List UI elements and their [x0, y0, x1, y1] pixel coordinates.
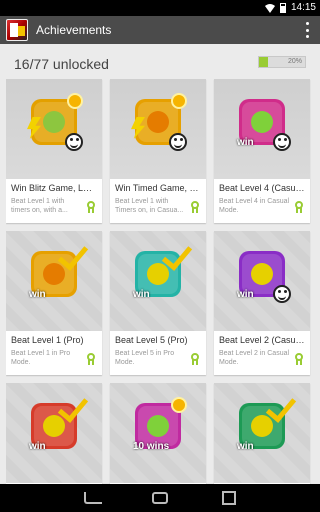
achievement-card[interactable]: win [6, 383, 102, 484]
achievement-description: Beat Level 5 in Pro Mode. [115, 350, 175, 366]
achievement-progress-bar: 20% [258, 56, 306, 68]
win-badge-icon: win [237, 251, 291, 303]
achievement-title: Win Blitz Game, Lev... [11, 183, 97, 193]
achievement-title: Win Timed Game, L... [115, 183, 201, 193]
app-logo-icon[interactable] [6, 19, 28, 41]
achievement-description: Beat Level 4 in Casual Mode. [219, 198, 290, 214]
progress-percent: 20% [287, 58, 302, 65]
achievement-art [6, 79, 102, 179]
achievement-card[interactable]: win Beat Level 5 (Pro) Beat Level 5 in P… [110, 231, 206, 375]
achievement-art: win [214, 231, 310, 331]
win-check-badge-icon: win [29, 239, 89, 300]
achievement-art: win [6, 383, 102, 483]
achievement-card[interactable]: Win Timed Game, L... Beat Level 1 with T… [110, 79, 206, 223]
ribbon-icon [294, 201, 304, 213]
lightning-badge-icon [27, 93, 83, 151]
achievement-description: Beat Level 2 in Casual Mode. [219, 350, 290, 366]
unlocked-count: 16/77 unlocked [14, 56, 109, 72]
win-check-badge-icon: win [29, 391, 89, 452]
ribbon-icon [86, 353, 96, 365]
achievement-art: win [214, 79, 310, 179]
achievement-card[interactable]: win Beat Level 2 (Casual) Beat Level 2 i… [214, 231, 310, 375]
achievement-description: Beat Level 1 in Pro Mode. [11, 350, 71, 366]
achievement-art [110, 79, 206, 179]
battery-icon [279, 2, 286, 13]
ribbon-icon [294, 353, 304, 365]
win-check-badge-icon: win [133, 239, 193, 300]
status-bar: 14:15 [0, 0, 320, 16]
clock: 14:15 [290, 2, 316, 13]
achievement-title: Beat Level 5 (Pro) [115, 335, 188, 345]
achievement-description: Beat Level 1 with Timers on, in Casua... [115, 198, 184, 214]
achievement-card[interactable]: 10 wins [110, 383, 206, 484]
achievement-card[interactable]: win [214, 383, 310, 484]
ribbon-icon [190, 201, 200, 213]
achievement-card[interactable]: win Beat Level 4 (Casual) Beat Level 4 i… [214, 79, 310, 223]
achievement-description: Beat Level 1 with timers on, with a... [11, 198, 68, 214]
ribbon-icon [190, 353, 200, 365]
ribbon-icon [86, 201, 96, 213]
home-icon[interactable] [152, 492, 168, 504]
navigation-bar [0, 484, 320, 512]
achievement-title: Beat Level 2 (Casual) [219, 335, 305, 345]
achievement-title: Beat Level 4 (Casual) [219, 183, 305, 193]
gold-clock-badge-icon [131, 93, 187, 151]
screen-title: Achievements [36, 23, 112, 37]
progress-fill [259, 57, 269, 67]
overflow-menu-icon[interactable] [306, 22, 310, 38]
recent-apps-icon[interactable] [222, 491, 236, 505]
achievements-grid: Win Blitz Game, Lev... Beat Level 1 with… [6, 79, 314, 484]
achievement-art: win [110, 231, 206, 331]
ten-wins-badge-icon: 10 wins [133, 397, 187, 452]
achievement-card[interactable]: Win Blitz Game, Lev... Beat Level 1 with… [6, 79, 102, 223]
win-badge-icon: win [237, 99, 291, 151]
action-bar: Achievements [0, 16, 320, 44]
back-icon[interactable] [84, 492, 102, 504]
achievement-art: win [214, 383, 310, 483]
achievement-title: Beat Level 1 (Pro) [11, 335, 84, 345]
achievement-art: 10 wins [110, 383, 206, 483]
wifi-icon [264, 3, 275, 13]
achievement-art: win [6, 231, 102, 331]
achievement-card[interactable]: win Beat Level 1 (Pro) Beat Level 1 in P… [6, 231, 102, 375]
win-check-badge-icon: win [237, 391, 297, 452]
